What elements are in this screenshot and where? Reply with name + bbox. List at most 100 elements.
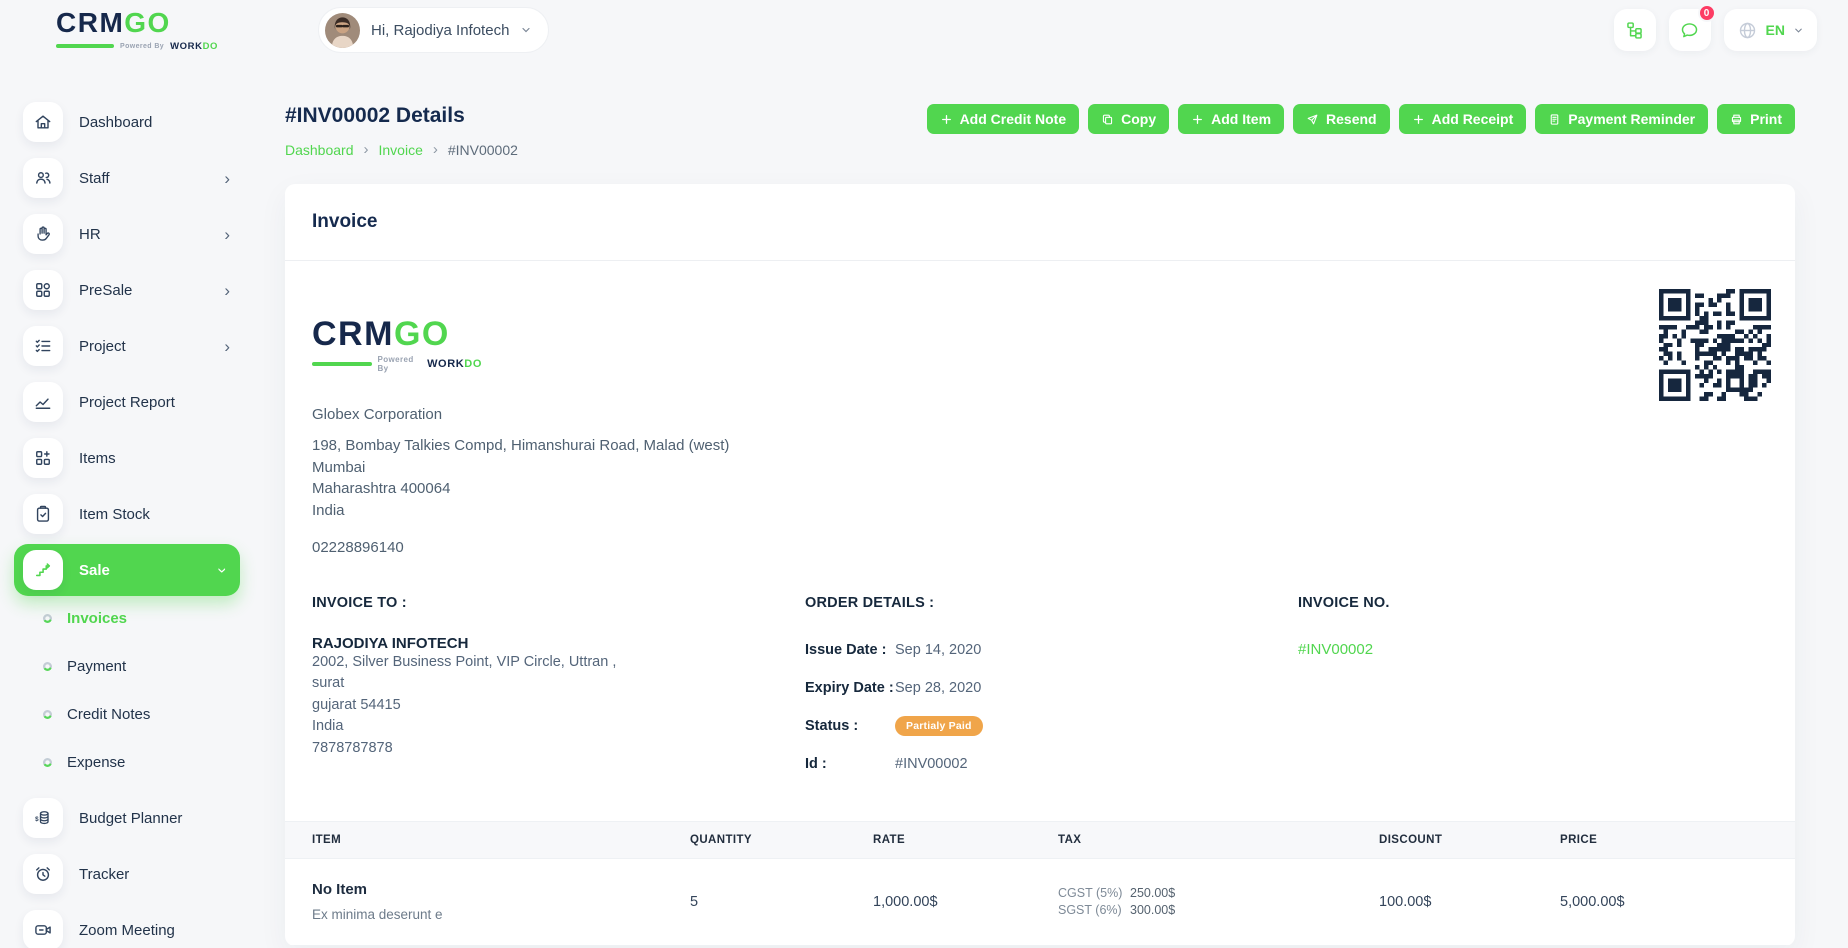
- table-row: Bicycle Accessories Ex minima deserunt e…: [285, 946, 1795, 947]
- brand-tagline: Powered By: [120, 43, 164, 50]
- breadcrumb-invoice[interactable]: Invoice: [379, 142, 423, 158]
- status-badge: Partialy Paid: [895, 716, 983, 736]
- logo-underline: [312, 362, 372, 366]
- messages-count-badge: 0: [1698, 4, 1716, 22]
- chevron-right-icon: ›: [224, 282, 230, 299]
- sidebar-item-zoom-meeting[interactable]: Zoom Meeting: [14, 910, 240, 948]
- plan-hierarchy-button[interactable]: [1614, 9, 1656, 51]
- invoice-card: Invoice CRMGO Powered By WORKDO Globex C…: [285, 184, 1795, 946]
- customer-address-line: surat: [312, 673, 805, 695]
- receipt-icon: [1548, 113, 1561, 126]
- plus-icon: [1412, 113, 1425, 126]
- user-menu[interactable]: Hi, Rajodiya Infotech: [318, 7, 549, 53]
- sidebar-item-dashboard[interactable]: Dashboard: [14, 102, 240, 142]
- sidebar-item-payment[interactable]: Payment: [14, 654, 270, 678]
- chevron-down-icon: ›: [215, 567, 232, 573]
- brand-workdo: WORKDO: [170, 41, 218, 52]
- globe-icon: [1737, 20, 1758, 41]
- breadcrumb-dashboard[interactable]: Dashboard: [285, 142, 354, 158]
- customer-phone: 7878787878: [312, 738, 805, 760]
- col-header-tax: TAX: [1058, 834, 1379, 846]
- breadcrumb-separator: ›: [433, 141, 438, 158]
- invoice-id-value: #INV00002: [895, 756, 968, 772]
- copy-button[interactable]: Copy: [1088, 104, 1169, 134]
- expiry-date-value: Sep 28, 2020: [895, 680, 981, 696]
- page-title: #INV00002 Details: [285, 104, 518, 128]
- coins-icon: $: [23, 798, 63, 838]
- sidebar-item-items[interactable]: Items: [14, 438, 240, 478]
- language-selector[interactable]: EN: [1724, 9, 1817, 51]
- invoice-card-body: CRMGO Powered By WORKDO Globex Corporati…: [285, 261, 1795, 946]
- invoice-no-section: INVOICE NO. #INV00002: [1298, 595, 1768, 791]
- topbar: CRMGO Powered By WORKDO Hi, Rajodiya Inf…: [0, 0, 1848, 60]
- qr-code: [1659, 289, 1771, 401]
- grid-icon: [23, 270, 63, 310]
- invoice-no-heading: INVOICE NO.: [1298, 595, 1768, 611]
- col-header-rate: RATE: [873, 834, 1058, 846]
- status-row: Status : Partialy Paid: [805, 715, 1298, 737]
- svg-text:$: $: [35, 816, 39, 823]
- clipboard-check-icon: [23, 494, 63, 534]
- sidebar-item-invoices[interactable]: Invoices: [14, 606, 270, 630]
- chevron-down-icon: [520, 24, 532, 36]
- sidebar-item-sale[interactable]: Sale ›: [14, 544, 240, 596]
- invoice-no-link[interactable]: #INV00002: [1298, 641, 1768, 658]
- resend-button[interactable]: Resend: [1293, 104, 1390, 134]
- sitemap-icon: [1624, 20, 1645, 41]
- sidebar-item-credit-notes[interactable]: Credit Notes: [14, 702, 270, 726]
- main-content: #INV00002 Details Dashboard › Invoice › …: [270, 60, 1848, 946]
- sidebar: Dashboard Staff › HR › PreSale › Project…: [0, 60, 270, 948]
- items-table-header: ITEM QUANTITY RATE TAX DISCOUNT PRICE: [285, 821, 1795, 859]
- home-icon: [23, 102, 63, 142]
- sidebar-item-tracker[interactable]: Tracker: [14, 854, 240, 894]
- table-row: No Item Ex minima deserunt e 5 1,000.00$…: [285, 859, 1795, 946]
- breadcrumb-current: #INV00002: [448, 142, 518, 158]
- company-phone: 02228896140: [312, 537, 1795, 559]
- invoice-id-row: Id : #INV00002: [805, 753, 1298, 775]
- language-label: EN: [1766, 22, 1785, 38]
- add-receipt-button[interactable]: Add Receipt: [1399, 104, 1527, 134]
- brand-name: CRMGO: [56, 9, 226, 37]
- sidebar-item-item-stock[interactable]: Item Stock: [14, 494, 240, 534]
- add-credit-note-button[interactable]: Add Credit Note: [927, 104, 1080, 134]
- item-rate: 1,000.00$: [873, 894, 1058, 910]
- brand-logo[interactable]: CRMGO Powered By WORKDO: [56, 9, 226, 52]
- item-description: Ex minima deserunt e: [312, 907, 690, 922]
- breadcrumb: Dashboard › Invoice › #INV00002: [285, 141, 518, 158]
- breadcrumb-separator: ›: [364, 141, 369, 158]
- item-name: No Item: [312, 881, 690, 898]
- video-camera-icon: [23, 910, 63, 948]
- plus-icon: [1191, 113, 1204, 126]
- sidebar-item-expense[interactable]: Expense: [14, 750, 270, 774]
- plus-icon: [940, 113, 953, 126]
- chevron-down-icon: [1793, 25, 1804, 36]
- expiry-date-row: Expiry Date : Sep 28, 2020: [805, 677, 1298, 699]
- printer-icon: [1730, 113, 1743, 126]
- hand-icon: [23, 214, 63, 254]
- sidebar-item-project-report[interactable]: Project Report: [14, 382, 240, 422]
- bullet-icon: [43, 614, 52, 623]
- print-button[interactable]: Print: [1717, 104, 1795, 134]
- bullet-icon: [43, 662, 52, 671]
- sidebar-item-budget-planner[interactable]: $ Budget Planner: [14, 798, 240, 838]
- company-address-line: Mumbai: [312, 457, 1795, 479]
- company-name: Globex Corporation: [312, 406, 1795, 423]
- bullet-icon: [43, 710, 52, 719]
- page-header: #INV00002 Details Dashboard › Invoice › …: [285, 104, 1795, 158]
- col-header-item: ITEM: [285, 834, 690, 846]
- payment-reminder-button[interactable]: Payment Reminder: [1535, 104, 1708, 134]
- messages-button[interactable]: 0: [1669, 9, 1711, 51]
- chart-icon: [23, 382, 63, 422]
- invoice-to-section: INVOICE TO : RAJODIYA INFOTECH 2002, Sil…: [312, 595, 805, 791]
- chevron-right-icon: ›: [224, 338, 230, 355]
- sidebar-item-project[interactable]: Project ›: [14, 326, 240, 366]
- add-item-button[interactable]: Add Item: [1178, 104, 1284, 134]
- sidebar-item-presale[interactable]: PreSale ›: [14, 270, 240, 310]
- copy-icon: [1101, 113, 1114, 126]
- sidebar-item-hr[interactable]: HR ›: [14, 214, 240, 254]
- sidebar-item-staff[interactable]: Staff ›: [14, 158, 240, 198]
- customer-address-line: India: [312, 716, 805, 738]
- invoice-actions: Add Credit Note Copy Add Item Resend Add…: [927, 104, 1795, 134]
- user-greeting: Hi, Rajodiya Infotech: [371, 22, 509, 39]
- invoice-to-heading: INVOICE TO :: [312, 595, 805, 611]
